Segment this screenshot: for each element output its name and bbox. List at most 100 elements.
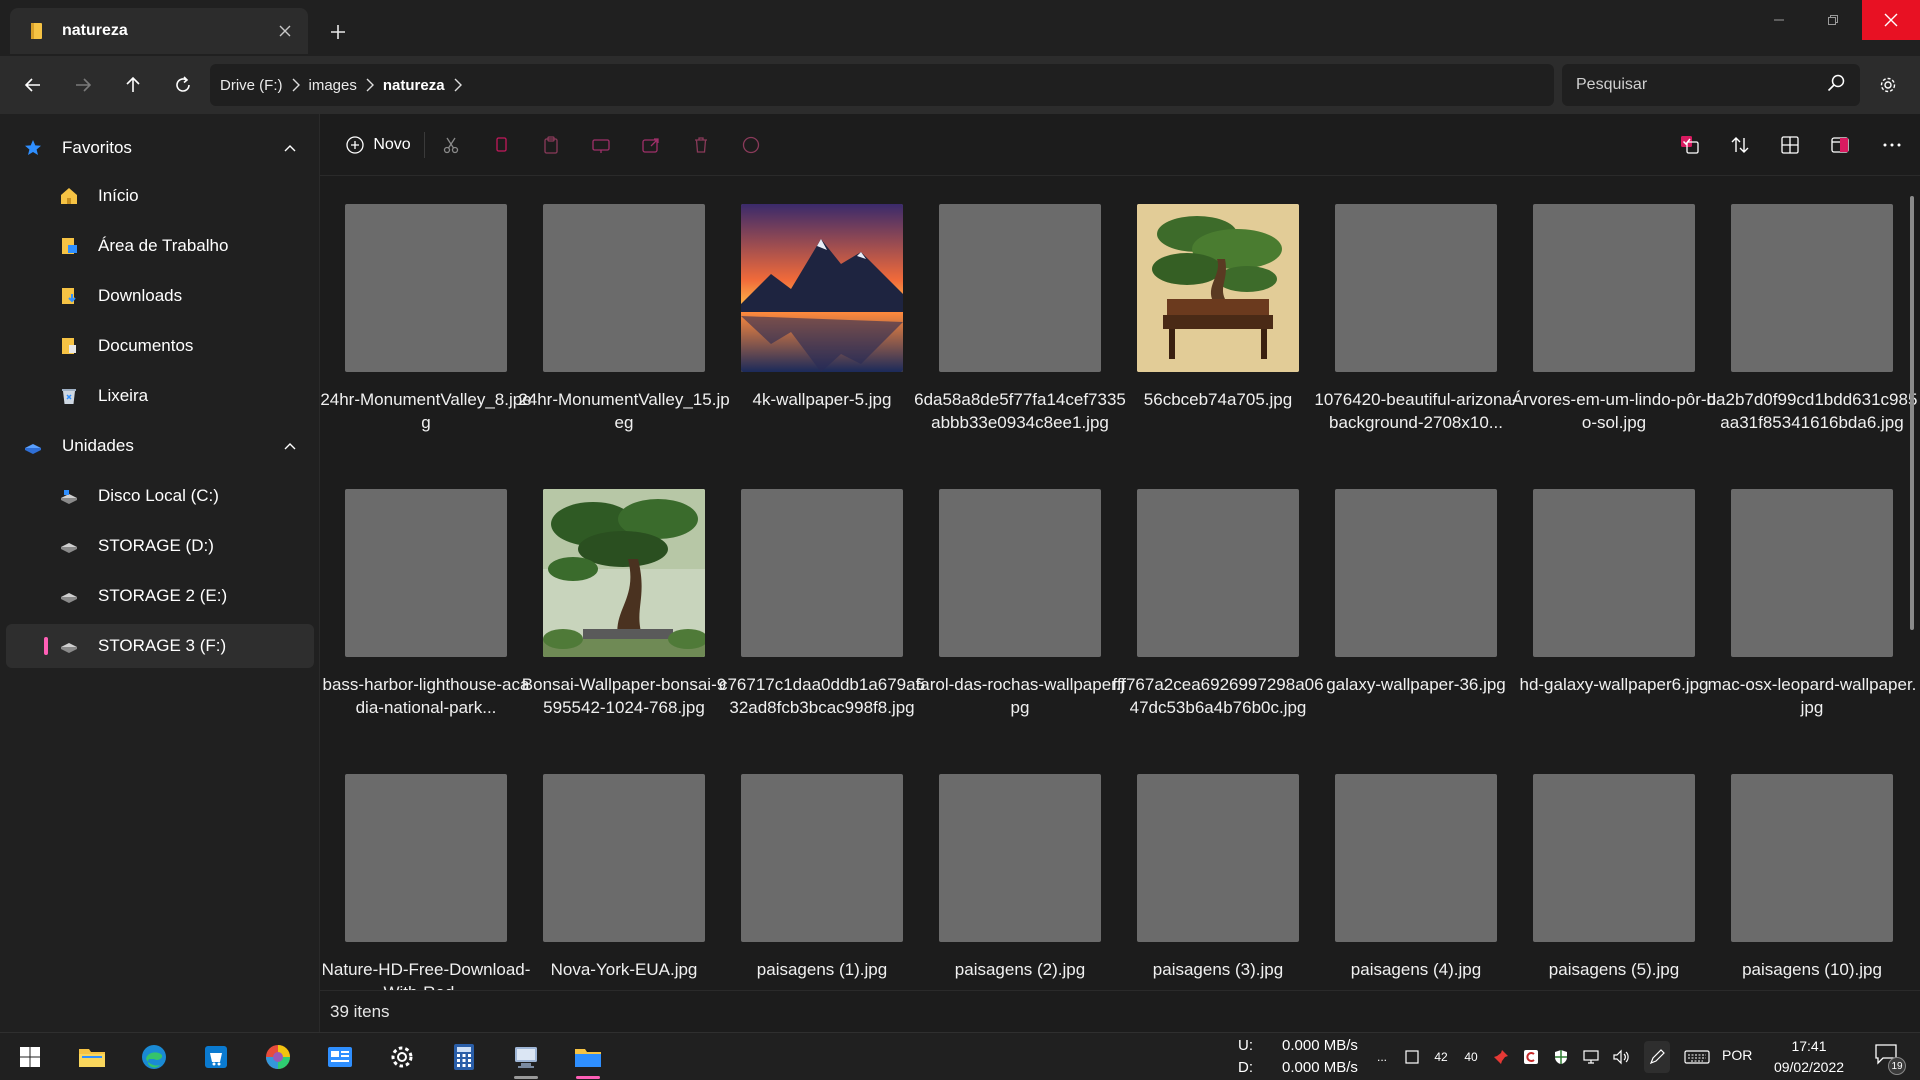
file-item[interactable]: paisagens (3).jpg xyxy=(1112,746,1302,990)
status-bar: 39 itens xyxy=(320,990,1920,1032)
pen-icon[interactable] xyxy=(1644,1041,1670,1073)
sidebar-item-storage-2-e[interactable]: STORAGE 2 (E:) xyxy=(6,574,314,618)
file-item[interactable]: 4k-wallpaper-5.jpg xyxy=(716,176,906,446)
edge-icon[interactable] xyxy=(134,1039,174,1075)
sidebar-item-storage-d[interactable]: STORAGE (D:) xyxy=(6,524,314,568)
sort-icon[interactable] xyxy=(1722,128,1758,162)
notification-center-icon[interactable]: 19 xyxy=(1874,1043,1906,1075)
sidebar-item-storage-3-f[interactable]: STORAGE 3 (F:) xyxy=(6,624,314,668)
calculator-icon[interactable] xyxy=(444,1039,484,1075)
search-box[interactable] xyxy=(1562,64,1860,106)
file-grid: 24hr-MonumentValley_8.jpeg 24hr-MonumentV… xyxy=(320,176,1920,990)
start-icon[interactable] xyxy=(10,1039,50,1075)
plus-icon[interactable] xyxy=(322,16,354,48)
close-window-button[interactable] xyxy=(1862,0,1920,40)
file-item[interactable]: farol-das-rochas-wallpaper.jpg xyxy=(914,461,1124,731)
breadcrumb-drive[interactable]: Drive (F:) xyxy=(216,77,287,94)
search-input[interactable] xyxy=(1576,76,1826,94)
new-button[interactable]: Novo xyxy=(338,128,418,162)
file-item[interactable]: galaxy-wallpaper-36.jpg xyxy=(1310,461,1506,731)
file-item[interactable]: bass-harbor-lighthouse-acadia-national-p… xyxy=(320,461,529,731)
select-all-icon[interactable] xyxy=(1672,128,1708,162)
sidebar-section-favorites[interactable]: Favoritos xyxy=(6,126,314,170)
tray-app-icon[interactable] xyxy=(1402,1045,1422,1069)
file-item[interactable]: paisagens (10).jpg xyxy=(1706,746,1896,990)
file-explorer-icon[interactable] xyxy=(72,1039,112,1075)
sidebar-item-disco-local-c[interactable]: Disco Local (C:) xyxy=(6,474,314,518)
file-item[interactable]: hd-galaxy-wallpaper6.jpg xyxy=(1508,461,1709,731)
file-item[interactable]: paisagens (5).jpg xyxy=(1508,746,1698,990)
file-item[interactable]: Bonsai-Wallpaper-bonsai-9595542-1024-768… xyxy=(518,461,726,731)
more-options-icon[interactable] xyxy=(1874,128,1910,162)
back-arrow-icon[interactable] xyxy=(16,68,50,102)
file-item[interactable]: fff767a2cea6926997298a0647dc53b6a4b76b0c… xyxy=(1112,461,1324,731)
file-item[interactable]: paisagens (1).jpg xyxy=(716,746,906,990)
vertical-scrollbar[interactable] xyxy=(1910,196,1914,630)
news-icon[interactable] xyxy=(320,1039,360,1075)
share-icon[interactable] xyxy=(634,128,668,162)
network-icon[interactable] xyxy=(1580,1045,1602,1069)
chevron-right-icon[interactable] xyxy=(361,76,379,94)
delete-icon[interactable] xyxy=(684,128,718,162)
tab-natureza[interactable]: natureza xyxy=(10,8,308,54)
files-app-icon[interactable] xyxy=(568,1039,608,1079)
volume-icon[interactable] xyxy=(1610,1045,1632,1069)
forward-arrow-icon[interactable] xyxy=(66,68,100,102)
file-item[interactable]: Árvores-em-um-lindo-pôr-do-sol.jpg xyxy=(1508,176,1716,446)
gpu-temp[interactable]: 40 xyxy=(1460,1045,1482,1069)
file-item[interactable]: mac-osx-leopard-wallpaper.jpg xyxy=(1706,461,1916,731)
file-item[interactable]: 1076420-beautiful-arizona-background-270… xyxy=(1310,176,1518,446)
properties-icon[interactable] xyxy=(734,128,768,162)
gear-icon[interactable] xyxy=(1868,68,1908,102)
defender-icon[interactable] xyxy=(1550,1045,1572,1069)
minimize-button[interactable] xyxy=(1752,0,1806,40)
refresh-icon[interactable] xyxy=(166,68,200,102)
up-arrow-icon[interactable] xyxy=(116,68,150,102)
address-bar[interactable]: Drive (F:) images natureza xyxy=(210,64,1554,106)
paste-icon[interactable] xyxy=(534,128,568,162)
sidebar-item-inicio[interactable]: Início xyxy=(6,174,314,218)
sidebar-item-documentos[interactable]: Documentos xyxy=(6,324,314,368)
cpu-temp[interactable]: 42 xyxy=(1430,1045,1452,1069)
file-item[interactable]: ba2b7d0f99cd1bdd631c985aa31f85341616bda6… xyxy=(1706,176,1917,446)
app-c-icon[interactable] xyxy=(1520,1045,1542,1069)
cut-icon[interactable] xyxy=(434,128,468,162)
system-clock[interactable]: 17:41 09/02/2022 xyxy=(1766,1036,1852,1078)
file-item[interactable]: paisagens (2).jpg xyxy=(914,746,1104,990)
pin-icon[interactable] xyxy=(1490,1045,1512,1069)
file-item[interactable]: paisagens (4).jpg xyxy=(1310,746,1500,990)
chevron-up-icon[interactable] xyxy=(280,436,300,456)
breadcrumb-natureza[interactable]: natureza xyxy=(379,77,449,94)
input-language[interactable]: POR xyxy=(1722,1047,1752,1063)
close-icon[interactable] xyxy=(274,20,296,42)
breadcrumb-images[interactable]: images xyxy=(305,77,361,94)
sidebar-section-unidades[interactable]: Unidades xyxy=(6,424,314,468)
tray-overflow-icon[interactable]: ... xyxy=(1372,1045,1392,1069)
rename-icon[interactable] xyxy=(584,128,618,162)
sidebar-item-lixeira[interactable]: Lixeira xyxy=(6,374,314,418)
sidebar-item-downloads[interactable]: Downloads xyxy=(6,274,314,318)
file-item[interactable]: Nature-HD-Free-Download-With-Red... xyxy=(320,746,530,990)
restore-button[interactable] xyxy=(1806,0,1860,40)
file-item[interactable]: 6da58a8de5f77fa14cef7335abbb33e0934c8ee1… xyxy=(914,176,1126,446)
color-picker-icon[interactable] xyxy=(258,1039,298,1075)
file-item[interactable]: 24hr-MonumentValley_15.jpeg xyxy=(518,176,730,446)
keyboard-icon[interactable] xyxy=(1682,1045,1712,1069)
store-icon[interactable] xyxy=(196,1039,236,1075)
layout-icon[interactable] xyxy=(1772,128,1808,162)
search-icon[interactable] xyxy=(1826,73,1846,98)
chevron-right-icon[interactable] xyxy=(287,76,305,94)
chevron-right-icon[interactable] xyxy=(449,76,467,94)
sidebar: Favoritos Início Área de Trabalho Downlo… xyxy=(0,114,320,1032)
file-item[interactable]: c76717c1daa0ddb1a679a532ad8fcb3bcac998f8… xyxy=(716,461,925,731)
thumbnail-placeholder xyxy=(1533,204,1695,372)
chevron-up-icon[interactable] xyxy=(280,138,300,158)
remote-desktop-icon[interactable] xyxy=(506,1039,546,1079)
file-item[interactable]: 56cbceb74a705.jpg xyxy=(1112,176,1302,446)
preview-pane-icon[interactable] xyxy=(1822,128,1858,162)
settings-icon[interactable] xyxy=(382,1039,422,1075)
copy-icon[interactable] xyxy=(484,128,518,162)
file-item[interactable]: 24hr-MonumentValley_8.jpeg xyxy=(320,176,532,446)
sidebar-item-area-de-trabalho[interactable]: Área de Trabalho xyxy=(6,224,314,268)
file-item[interactable]: Nova-York-EUA.jpg xyxy=(518,746,708,990)
